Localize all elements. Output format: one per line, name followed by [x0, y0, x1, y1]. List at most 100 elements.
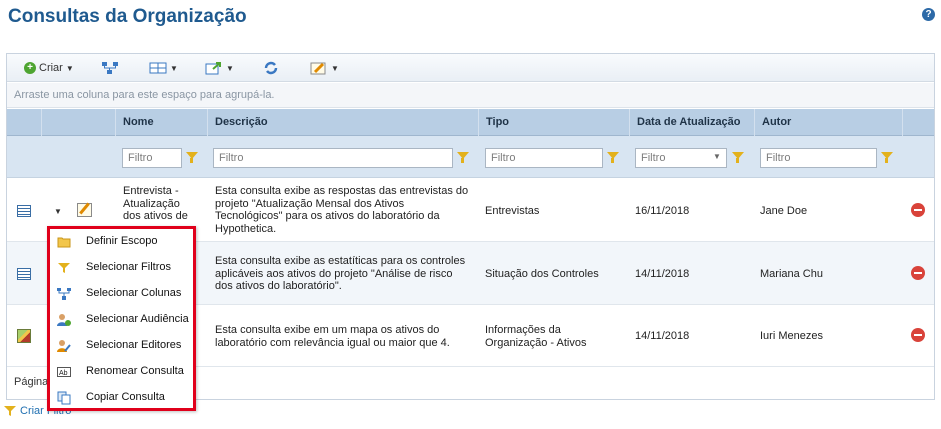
toolbar: + Criar ▼ ▼ ▼ ▼ — [7, 54, 934, 82]
row-name-line: Entrevista - — [123, 185, 179, 197]
chevron-down-icon: ▼ — [226, 63, 234, 73]
grid-icon — [149, 62, 167, 74]
filter-descricao-input[interactable]: Filtro — [213, 148, 453, 168]
help-icon[interactable]: ? — [922, 8, 935, 21]
map-icon[interactable] — [17, 329, 31, 343]
refresh-icon — [264, 61, 278, 75]
row-description: Esta consulta exibe as respostas das ent… — [215, 185, 468, 235]
export-icon — [205, 62, 221, 75]
row-date: 14/11/2018 — [635, 330, 690, 342]
filter-icon[interactable] — [732, 152, 744, 163]
row-type-line: Informações da — [485, 324, 561, 336]
row-name[interactable]: Entrevista - Atualização dos ativos de — [123, 185, 188, 223]
menu-item-selecionar-filtros[interactable]: Selecionar Filtros — [50, 255, 193, 281]
menu-item-label: Renomear Consulta — [86, 365, 184, 377]
row-type: Entrevistas — [485, 205, 540, 217]
menu-item-label: Definir Escopo — [86, 235, 158, 247]
row-description-line: Esta consulta exibe em um mapa os ativos… — [215, 324, 440, 336]
delete-icon[interactable] — [911, 266, 925, 280]
svg-text:Ab: Ab — [59, 370, 68, 377]
folder-icon — [57, 237, 71, 248]
create-label: Criar — [39, 62, 63, 74]
row-type: Informações da Organização - Ativos — [485, 324, 587, 349]
row-description-line: Tecnológicos" para os ativos do laborató… — [215, 210, 440, 222]
row-description: Esta consulta exibe as estatíticas para … — [215, 255, 465, 293]
row-description-line: Esta consulta exibe as estatíticas para … — [215, 255, 466, 267]
filter-icon[interactable] — [186, 152, 198, 163]
page-title: Consultas da Organização — [8, 6, 247, 27]
filter-icon[interactable] — [457, 152, 469, 163]
header-tipo[interactable]: Tipo — [478, 109, 629, 136]
header-autor[interactable]: Autor — [754, 109, 902, 136]
menu-item-label: Selecionar Editores — [86, 339, 182, 351]
header-nome[interactable]: Nome — [115, 109, 207, 136]
row-description-line: aplicáveis aos ativos do projeto "Anális… — [215, 267, 453, 280]
filter-row: Filtro Filtro Filtro Filtro ▼ Filtro — [7, 136, 934, 178]
edit-query-button[interactable]: ▼ — [310, 60, 339, 76]
row-type: Situação dos Controles — [485, 268, 599, 280]
columns-icon — [102, 62, 118, 74]
menu-item-renomear-consulta[interactable]: Ab Renomear Consulta — [50, 359, 193, 385]
edit-icon[interactable] — [77, 203, 92, 217]
rename-icon: Ab — [57, 367, 71, 377]
columns-icon — [57, 288, 71, 300]
row-description-line: Esta consulta exibe as respostas das ent… — [215, 185, 469, 197]
row-date: 14/11/2018 — [635, 268, 690, 280]
menu-item-label: Selecionar Colunas — [86, 287, 182, 299]
chevron-down-icon: ▼ — [170, 63, 178, 73]
menu-item-selecionar-audiencia[interactable]: Selecionar Audiência — [50, 307, 193, 333]
menu-item-definir-escopo[interactable]: Definir Escopo — [50, 229, 193, 255]
pager-label: Página — [14, 376, 49, 388]
columns-button[interactable] — [101, 60, 119, 76]
row-type-line: Organização - Ativos — [485, 336, 587, 349]
row-description-line: projeto "Atualização Mensal dos Ativos — [215, 197, 405, 210]
row-author: Jane Doe — [760, 205, 808, 217]
group-button[interactable]: ▼ — [149, 60, 178, 76]
header-actions — [41, 109, 115, 136]
menu-item-selecionar-colunas[interactable]: Selecionar Colunas — [50, 281, 193, 307]
chevron-down-icon[interactable]: ▼ — [54, 207, 62, 216]
filter-icon[interactable] — [881, 152, 893, 163]
group-by-area[interactable]: Arraste uma coluna para este espaço para… — [7, 83, 934, 108]
edit-icon — [310, 62, 326, 75]
menu-item-label: Selecionar Filtros — [86, 261, 171, 273]
row-author: Iuri Menezes — [760, 330, 823, 342]
filter-icon[interactable] — [607, 152, 619, 163]
delete-icon[interactable] — [911, 203, 925, 217]
column-header-row: Nome Descrição Tipo Data de Atualização … — [7, 109, 934, 136]
table-icon[interactable] — [17, 205, 31, 217]
row-description-line: Hypothetica. — [215, 222, 277, 235]
chevron-down-icon[interactable]: ▼ — [713, 152, 721, 161]
filter-icon — [4, 406, 16, 416]
row-description: Esta consulta exibe em um mapa os ativos… — [215, 324, 450, 349]
header-delete — [902, 109, 936, 136]
editors-icon — [57, 340, 71, 352]
menu-item-label: Copiar Consulta — [86, 391, 165, 403]
export-button[interactable]: ▼ — [205, 60, 234, 76]
menu-item-selecionar-editores[interactable]: Selecionar Editores — [50, 333, 193, 359]
table-icon[interactable] — [17, 268, 31, 280]
row-description-line: laboratório com relevância igual ou maio… — [215, 336, 450, 349]
row-date: 16/11/2018 — [635, 205, 690, 217]
row-description-line: dos ativos do laboratório". — [215, 280, 342, 292]
create-button[interactable]: + Criar ▼ — [24, 60, 74, 76]
row-name-line: Atualização — [123, 197, 180, 210]
context-menu: Definir Escopo Selecionar Filtros Seleci… — [47, 226, 196, 411]
users-icon — [57, 314, 71, 326]
filter-tipo-input[interactable]: Filtro — [485, 148, 603, 168]
delete-icon[interactable] — [911, 328, 925, 342]
header-descricao[interactable]: Descrição — [207, 109, 478, 136]
copy-icon — [57, 391, 71, 405]
filter-nome-input[interactable]: Filtro — [122, 148, 182, 168]
chevron-down-icon: ▼ — [331, 63, 339, 73]
row-author: Mariana Chu — [760, 268, 823, 280]
plus-icon: + — [24, 62, 36, 74]
row-name-line: dos ativos de — [123, 210, 188, 222]
refresh-button[interactable] — [263, 60, 279, 76]
filter-autor-input[interactable]: Filtro — [760, 148, 877, 168]
chevron-down-icon: ▼ — [65, 63, 74, 73]
menu-item-label: Selecionar Audiência — [86, 313, 189, 325]
menu-item-copiar-consulta[interactable]: Copiar Consulta — [50, 385, 193, 411]
header-data[interactable]: Data de Atualização — [629, 109, 754, 136]
filter-icon — [58, 263, 70, 273]
